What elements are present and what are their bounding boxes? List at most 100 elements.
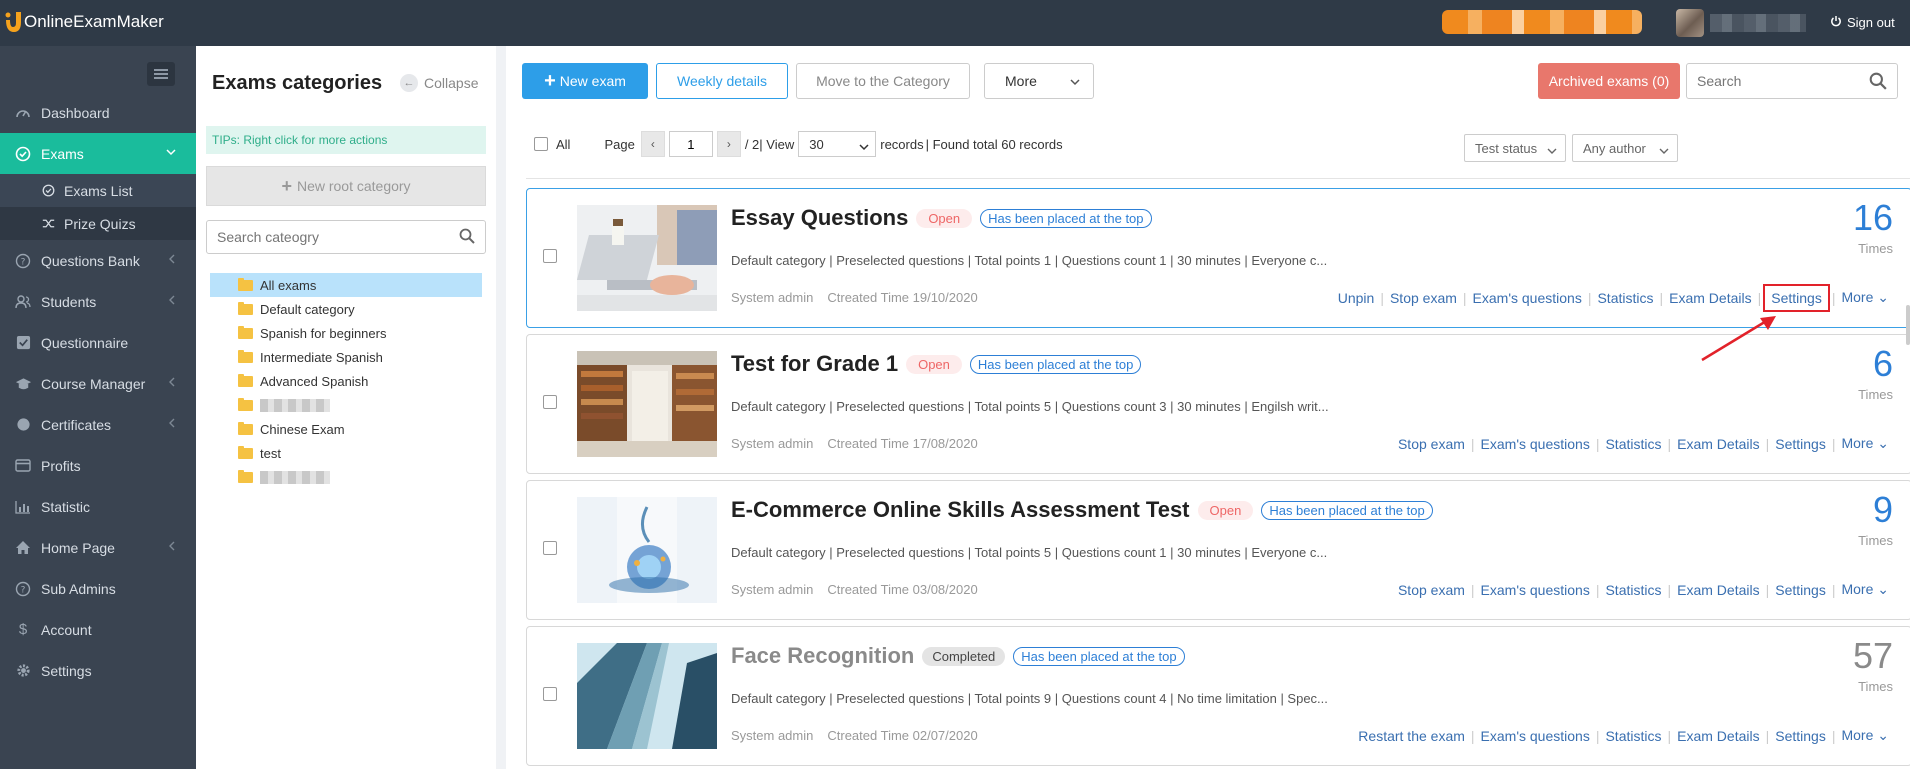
sidebar-item-questionnaire[interactable]: Questionnaire — [0, 322, 196, 363]
sidebar-item-home-page[interactable]: Home Page — [0, 527, 196, 568]
restart-exam-link[interactable]: Restart the exam — [1352, 728, 1471, 744]
sidebar-subitem-prize-quizs[interactable]: Prize Quizs — [0, 207, 196, 240]
more-link[interactable]: More ⌄ — [1835, 727, 1895, 744]
exam-checkbox[interactable] — [543, 395, 557, 409]
select-all-label: All — [556, 136, 571, 152]
search-input[interactable] — [1687, 64, 1857, 98]
svg-text:?: ? — [21, 585, 26, 595]
categories-title: Exams categories — [212, 72, 383, 94]
exam-title[interactable]: E-Commerce Online Skills Assessment Test — [731, 497, 1190, 523]
stop-exam-link[interactable]: Stop exam — [1384, 290, 1463, 306]
sidebar-item-sub-admins[interactable]: ? Sub Admins — [0, 568, 196, 609]
exam-details-link[interactable]: Exam Details — [1671, 436, 1765, 452]
unpin-link[interactable]: Unpin — [1332, 290, 1381, 306]
sidebar-item-exams[interactable]: Exams — [0, 133, 196, 174]
select-all-checkbox[interactable] — [534, 137, 548, 151]
search-icon[interactable] — [459, 228, 475, 249]
menu-toggle-icon[interactable] — [147, 62, 175, 86]
tree-item-spanish-beginners[interactable]: Spanish for beginners — [210, 321, 482, 345]
exam-checkbox[interactable] — [543, 541, 557, 555]
exam-title[interactable]: Test for Grade 1 — [731, 351, 898, 377]
archived-exams-button[interactable]: Archived exams (0) — [1538, 63, 1680, 99]
chevron-left-icon — [168, 253, 176, 267]
collapse-button[interactable]: ← Collapse — [400, 74, 478, 92]
exam-thumbnail[interactable] — [577, 205, 717, 311]
arrow-left-icon: ← — [400, 74, 418, 92]
exam-thumbnail[interactable] — [577, 497, 717, 603]
status-badge: Open — [906, 354, 962, 374]
annotation-arrow-icon — [1700, 314, 1780, 369]
prev-page-button[interactable]: ‹ — [640, 131, 665, 157]
search-icon[interactable] — [1869, 72, 1887, 95]
chevron-left-icon — [168, 540, 176, 554]
exam-title[interactable]: Face Recognition — [731, 643, 914, 669]
exam-questions-link[interactable]: Exam's questions — [1467, 290, 1588, 306]
next-page-button[interactable]: › — [716, 131, 741, 157]
settings-link[interactable]: Settings — [1769, 728, 1832, 744]
pinned-badge: Has been placed at the top — [1013, 646, 1185, 666]
settings-link[interactable]: Settings — [1763, 283, 1830, 312]
sidebar-subitem-exams-list[interactable]: Exams List — [0, 174, 196, 207]
sign-out-button[interactable]: Sign out — [1830, 15, 1895, 30]
tree-item-blurred[interactable] — [210, 465, 482, 489]
more-link[interactable]: More ⌄ — [1835, 289, 1895, 306]
new-exam-button[interactable]: + New exam — [522, 63, 648, 99]
exam-questions-link[interactable]: Exam's questions — [1475, 728, 1596, 744]
more-link[interactable]: More ⌄ — [1835, 581, 1895, 598]
exam-thumbnail[interactable] — [577, 643, 717, 749]
page-size-select[interactable]: 30 — [798, 131, 877, 157]
tree-item-default-category[interactable]: Default category — [210, 297, 482, 321]
sidebar-item-certificates[interactable]: Certificates — [0, 404, 196, 445]
statistics-link[interactable]: Statistics — [1599, 436, 1667, 452]
stop-exam-link[interactable]: Stop exam — [1392, 436, 1471, 452]
sidebar-item-dashboard[interactable]: Dashboard — [0, 92, 196, 133]
settings-link[interactable]: Settings — [1769, 582, 1832, 598]
sidebar-item-account[interactable]: $ Account — [0, 609, 196, 650]
app-logo[interactable]: OnlineExamMaker — [4, 10, 164, 34]
exam-details-link[interactable]: Exam Details — [1663, 290, 1757, 306]
sidebar-item-settings[interactable]: Settings — [0, 650, 196, 691]
sidebar-item-profits[interactable]: Profits — [0, 445, 196, 486]
sidebar-item-statistic[interactable]: Statistic — [0, 486, 196, 527]
times-label: Times — [1858, 241, 1893, 256]
move-to-category-button[interactable]: Move to the Category — [796, 63, 970, 99]
statistics-link[interactable]: Statistics — [1591, 290, 1659, 306]
exam-checkbox[interactable] — [543, 249, 557, 263]
tree-item-intermediate-spanish[interactable]: Intermediate Spanish — [210, 345, 482, 369]
total-records: | Found total 60 records — [925, 136, 1063, 152]
dollar-icon: $ — [18, 621, 28, 638]
gear-icon — [14, 662, 32, 680]
tree-item-test[interactable]: test — [210, 441, 482, 465]
tree-item-advanced-spanish[interactable]: Advanced Spanish — [210, 369, 482, 393]
scrollbar-thumb[interactable] — [1906, 305, 1910, 345]
sidebar-item-students[interactable]: Students — [0, 281, 196, 322]
exam-details-link[interactable]: Exam Details — [1671, 582, 1765, 598]
avatar[interactable] — [1676, 9, 1704, 37]
tree-item-chinese-exam[interactable]: Chinese Exam — [210, 417, 482, 441]
tree-item-all-exams[interactable]: All exams — [210, 273, 482, 297]
sidebar: Dashboard Exams Exams List Prize Quizs ?… — [0, 46, 196, 769]
exam-questions-link[interactable]: Exam's questions — [1475, 436, 1596, 452]
search-category-box — [206, 220, 486, 254]
weekly-details-button[interactable]: Weekly details — [656, 63, 788, 99]
more-link[interactable]: More ⌄ — [1835, 435, 1895, 452]
exam-details-link[interactable]: Exam Details — [1671, 728, 1765, 744]
exam-title[interactable]: Essay Questions — [731, 205, 908, 231]
search-category-input[interactable] — [207, 221, 447, 253]
statistics-link[interactable]: Statistics — [1599, 582, 1667, 598]
statistics-link[interactable]: Statistics — [1599, 728, 1667, 744]
exam-checkbox[interactable] — [543, 687, 557, 701]
tree-item-blurred[interactable] — [210, 393, 482, 417]
exam-thumbnail[interactable] — [577, 351, 717, 457]
page-number-input[interactable] — [668, 131, 713, 157]
sidebar-item-questions-bank[interactable]: ? Questions Bank — [0, 240, 196, 281]
author-filter[interactable]: Any author — [1572, 134, 1678, 162]
pinned-badge: Has been placed at the top — [980, 208, 1152, 228]
stop-exam-link[interactable]: Stop exam — [1392, 582, 1471, 598]
test-status-filter[interactable]: Test status — [1464, 134, 1566, 162]
more-dropdown[interactable]: More — [984, 63, 1094, 99]
settings-link[interactable]: Settings — [1769, 436, 1832, 452]
sidebar-item-course-manager[interactable]: Course Manager — [0, 363, 196, 404]
new-root-category-button[interactable]: + New root category — [206, 166, 486, 206]
exam-questions-link[interactable]: Exam's questions — [1475, 582, 1596, 598]
